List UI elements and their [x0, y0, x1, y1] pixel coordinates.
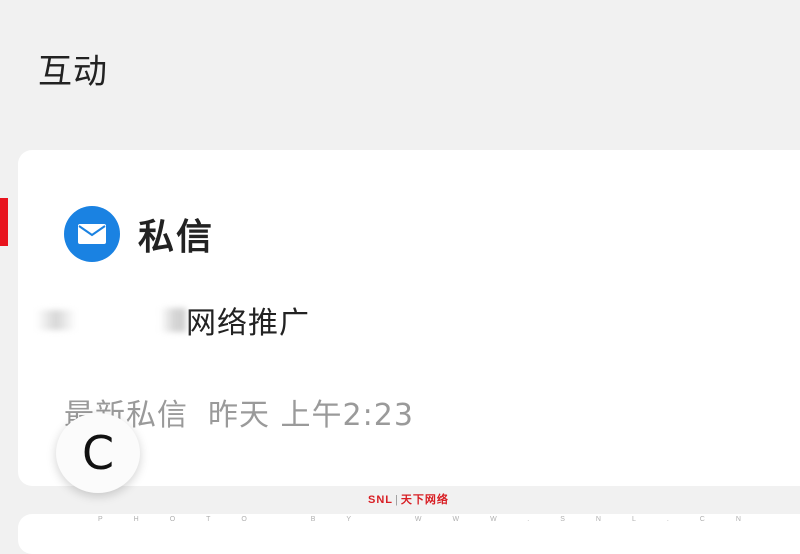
latest-message-time: 昨天 上午2:23 [208, 398, 414, 433]
card-title: 私信 [138, 217, 215, 258]
watermark-logo: SNL | 天下网络 [368, 491, 449, 507]
floating-action-button[interactable]: C [56, 413, 140, 493]
watermark-separator: | [395, 494, 399, 506]
redacted-sender-part [160, 308, 186, 332]
sender-row: 网络推广 [36, 300, 310, 341]
watermark-logo-left: SNL [368, 494, 393, 506]
watermark-logo-right: 天下网络 [400, 494, 449, 506]
watermark-text: PHOTO BY WWW.SNL.CN [98, 516, 772, 523]
active-indicator [0, 198, 8, 246]
redacted-sender-part [36, 310, 76, 330]
card-header: 私信 [64, 206, 214, 262]
section-title: 互动 [38, 52, 108, 92]
sender-name-suffix: 网络推广 [186, 306, 310, 341]
envelope-icon [64, 206, 120, 262]
